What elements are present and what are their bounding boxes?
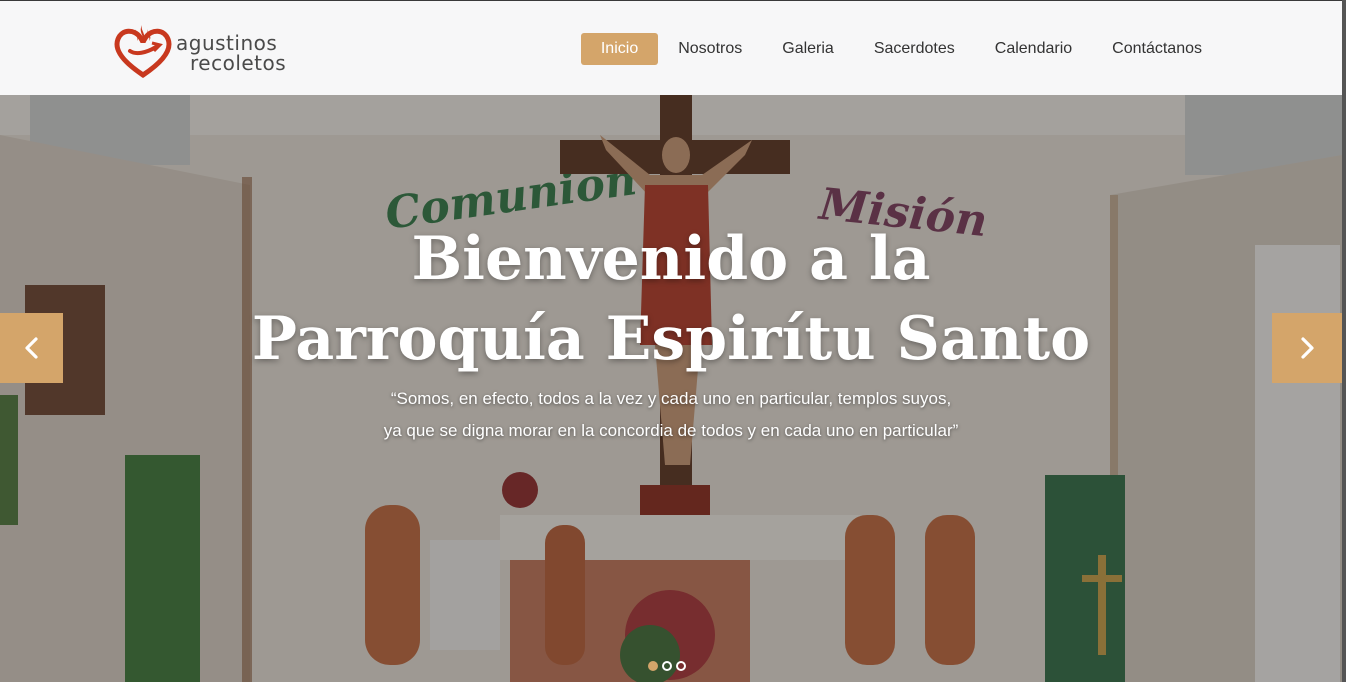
nav-item-calendario[interactable]: Calendario <box>975 33 1092 65</box>
nav-item-inicio[interactable]: Inicio <box>580 33 659 65</box>
hero-quote-line-1: “Somos, en efecto, todos a la vez y cada… <box>390 389 952 408</box>
carousel-dot-3[interactable] <box>676 661 686 671</box>
carousel-dot-1[interactable] <box>648 661 658 671</box>
flaming-heart-icon <box>114 25 172 79</box>
nav-item-nosotros[interactable]: Nosotros <box>658 33 762 65</box>
hero-title-line-1: Bienvenido a la <box>411 224 931 294</box>
nav-item-contactanos[interactable]: Contáctanos <box>1092 33 1222 65</box>
brand-logo[interactable]: agustinos recoletos <box>112 21 322 79</box>
hero-title-line-2: Parroquía Espirítu Santo <box>251 304 1091 374</box>
chevron-right-icon <box>1301 337 1314 359</box>
nav-item-galeria[interactable]: Galeria <box>762 33 854 65</box>
carousel-prev-button[interactable] <box>0 313 63 383</box>
carousel-indicators <box>648 661 686 671</box>
main-nav: Inicio Nosotros Galeria Sacerdotes Calen… <box>580 33 1222 65</box>
hero-title: Bienvenido a la Parroquía Espirítu Santo <box>0 219 1342 379</box>
nav-item-sacerdotes[interactable]: Sacerdotes <box>854 33 975 65</box>
site-header: agustinos recoletos Inicio Nosotros Gale… <box>0 0 1342 95</box>
page-scrollbar[interactable] <box>1342 0 1346 682</box>
brand-name: agustinos recoletos <box>176 33 286 73</box>
brand-line-2: recoletos <box>190 51 287 75</box>
hero-quote: “Somos, en efecto, todos a la vez y cada… <box>0 383 1342 447</box>
carousel-next-button[interactable] <box>1272 313 1342 383</box>
hero-carousel: Comunión Misión Bienvenido a la Parroquí… <box>0 95 1342 682</box>
carousel-dot-2[interactable] <box>662 661 672 671</box>
chevron-left-icon <box>24 337 38 359</box>
hero-quote-line-2: ya que se digna morar en la concordia de… <box>383 421 959 440</box>
